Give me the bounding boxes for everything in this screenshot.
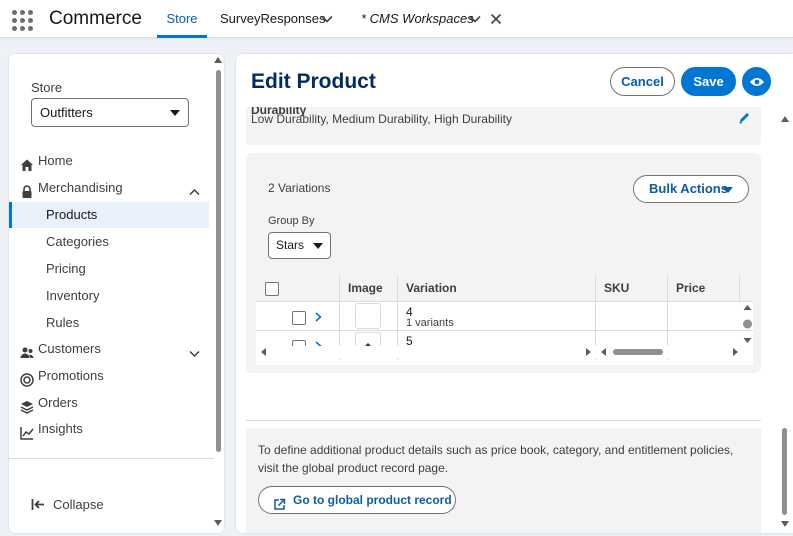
tab-store[interactable]: Store	[157, 0, 207, 38]
external-link-icon	[273, 494, 286, 520]
group-by-select[interactable]: Stars	[268, 232, 331, 259]
sidebar-divider	[9, 458, 214, 459]
scroll-down-icon[interactable]	[214, 520, 222, 526]
column-header-price[interactable]: Price	[667, 275, 739, 302]
app-name: Commerce	[49, 8, 142, 29]
column-header-image[interactable]: Image	[339, 275, 397, 302]
save-button[interactable]: Save	[681, 67, 736, 96]
tab-cms-workspaces[interactable]: * CMS Workspaces	[361, 0, 474, 38]
column-header-variation[interactable]: Variation	[397, 275, 595, 302]
table-vscroll[interactable]	[742, 302, 753, 346]
sidebar-item-label: Inventory	[46, 288, 100, 303]
global-header: Commerce Store SurveyResponses * CMS Wor…	[0, 0, 793, 38]
sidebar-item-label: Products	[46, 207, 98, 222]
variations-count: 2 Variations	[268, 181, 331, 195]
column-header-more	[739, 275, 753, 302]
tab-surveyresponses[interactable]: SurveyResponses	[220, 0, 326, 38]
sidebar-item-products[interactable]: Products	[9, 202, 209, 228]
target-icon	[20, 370, 34, 387]
eye-icon	[750, 78, 764, 86]
table-header: Image Variation SKU Price	[256, 275, 753, 302]
app-launcher-icon[interactable]	[12, 10, 34, 31]
store-label: Store	[31, 80, 63, 95]
caret-down-icon	[723, 187, 733, 193]
sidebar-item-customers[interactable]: Customers	[9, 336, 209, 362]
group-by-label: Group By	[268, 215, 315, 227]
section-divider	[246, 420, 761, 421]
sidebar-item-label: Orders	[38, 395, 78, 410]
sidebar-item-categories[interactable]: Categories	[9, 229, 209, 255]
go-to-global-record-button[interactable]: Go to global product record	[258, 486, 456, 514]
variant-image	[355, 303, 381, 329]
collapse-label: Collapse	[53, 497, 104, 512]
attribute-values: Low Durability, Medium Durability, High …	[251, 112, 512, 126]
bulk-actions-button[interactable]: Bulk Actions	[633, 175, 749, 203]
store-select-value: Outfitters	[40, 105, 93, 120]
attribute-card: Durability Low Durability, Medium Durabi…	[246, 107, 761, 145]
variation-count: 1 variants	[406, 317, 454, 329]
table-hscroll-right[interactable]	[597, 346, 742, 358]
scroll-up-icon[interactable]	[214, 57, 222, 63]
bulk-actions-label: Bulk Actions	[649, 181, 728, 196]
group-by-value: Stars	[276, 238, 305, 252]
main-panel: Edit Product Cancel Save Durability Low …	[236, 54, 793, 533]
page-title: Edit Product	[251, 70, 376, 93]
sidebar-item-label: Merchandising	[38, 180, 123, 195]
preview-button[interactable]	[742, 67, 771, 96]
sidebar-item-rules[interactable]: Rules	[9, 310, 209, 336]
sidebar-item-label: Pricing	[46, 261, 86, 276]
caret-down-icon	[170, 110, 180, 116]
scroll-down-icon[interactable]	[781, 521, 789, 527]
people-icon	[20, 343, 34, 358]
row-checkbox[interactable]	[292, 311, 306, 325]
go-to-global-record-label: Go to global product record	[293, 493, 452, 507]
sidebar-item-home[interactable]: Home	[9, 148, 209, 174]
sidebar-item-label: Insights	[38, 421, 83, 436]
chevron-down-icon[interactable]	[468, 12, 482, 29]
stack-icon	[20, 397, 34, 414]
store-select[interactable]: Outfitters	[31, 98, 189, 127]
caret-down-icon	[313, 243, 323, 249]
sidebar-item-merchandising[interactable]: Merchandising	[9, 175, 209, 201]
chevron-right-icon[interactable]	[313, 311, 323, 326]
sidebar-item-label: Home	[38, 153, 73, 168]
chevron-down-icon[interactable]	[320, 12, 334, 29]
main-scrollbar[interactable]	[777, 54, 793, 533]
global-record-info: To define additional product details suc…	[246, 428, 761, 533]
scroll-content: Durability Low Durability, Medium Durabi…	[236, 107, 777, 533]
sidebar-item-promotions[interactable]: Promotions	[9, 363, 209, 389]
sidebar-item-label: Rules	[46, 315, 80, 330]
sidebar-scrollbar[interactable]	[213, 54, 224, 533]
sidebar-item-label: Customers	[38, 341, 101, 356]
close-icon[interactable]	[489, 12, 503, 29]
select-all-checkbox[interactable]	[265, 282, 279, 296]
scrollbar-thumb[interactable]	[216, 70, 221, 452]
sidebar-item-label: Categories	[46, 234, 109, 249]
lock-icon	[20, 182, 34, 198]
sidebar: Store Outfitters Home Merchandising Prod…	[9, 54, 224, 533]
chart-icon	[20, 423, 34, 440]
sidebar-item-orders[interactable]: Orders	[9, 390, 209, 416]
table-row: 4 1 variants	[256, 302, 753, 331]
variations-card: 2 Variations Bulk Actions Group By Stars…	[246, 153, 761, 373]
collapse-icon	[31, 498, 45, 514]
edit-pencil-icon[interactable]	[738, 111, 751, 127]
table-hscroll-left[interactable]	[256, 346, 596, 358]
sidebar-item-pricing[interactable]: Pricing	[9, 256, 209, 282]
home-icon	[20, 155, 34, 171]
sidebar-item-label: Promotions	[38, 368, 104, 383]
sidebar-item-inventory[interactable]: Inventory	[9, 283, 209, 309]
column-header-sku[interactable]: SKU	[595, 275, 667, 302]
scrollbar-thumb[interactable]	[782, 428, 787, 515]
sidebar-item-insights[interactable]: Insights	[9, 416, 209, 442]
info-text: To define additional product details suc…	[258, 443, 734, 475]
variations-table: Image Variation SKU Price 4 1 variants 5	[256, 275, 753, 365]
cancel-button[interactable]: Cancel	[610, 67, 675, 96]
scroll-up-icon[interactable]	[781, 116, 789, 122]
